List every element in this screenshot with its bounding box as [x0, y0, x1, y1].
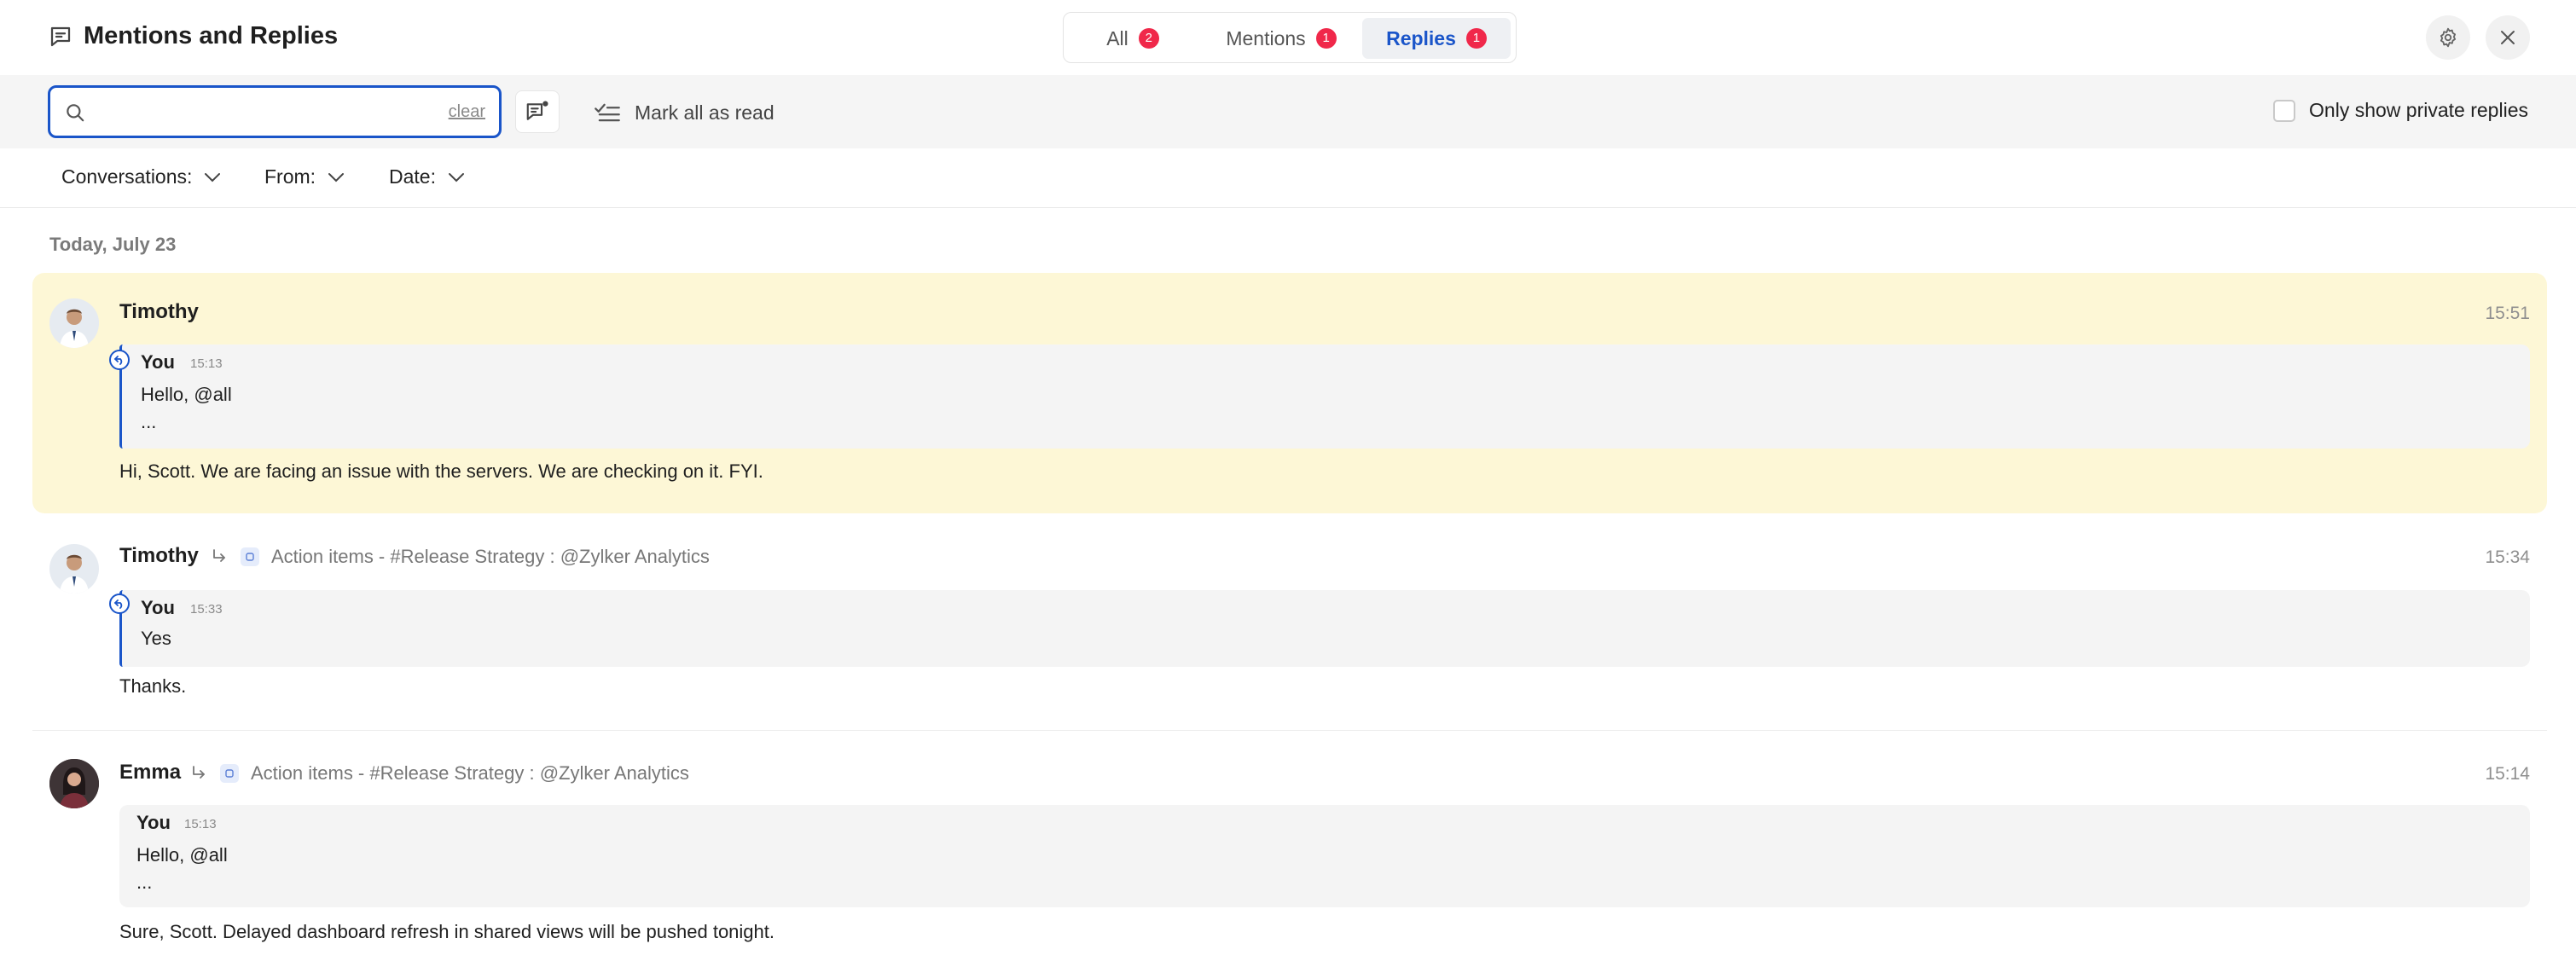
thread-reference[interactable]: Action items - #Release Strategy : @Zylk…: [210, 546, 710, 568]
avatar[interactable]: [49, 544, 99, 594]
private-replies-toggle[interactable]: Only show private replies: [2273, 99, 2528, 122]
tab-mentions[interactable]: Mentions 1: [1202, 18, 1361, 59]
quote-author: You: [141, 597, 175, 618]
thread-label: Action items - #Release Strategy : @Zylk…: [271, 546, 710, 567]
user-avatar-icon: [49, 759, 99, 808]
message-item[interactable]: Emma Action items - #Release Strategy : …: [32, 750, 2547, 955]
quoted-message[interactable]: You 15:33 Yes: [119, 590, 2530, 667]
channel-icon: [220, 764, 239, 783]
message-text: Hi, Scott. We are facing an issue with t…: [119, 460, 763, 482]
avatar[interactable]: [49, 759, 99, 808]
reply-icon: [109, 350, 130, 370]
user-avatar-icon: [49, 298, 99, 348]
message-text: Sure, Scott. Delayed dashboard refresh i…: [119, 921, 775, 942]
tab-label: Replies: [1386, 26, 1456, 49]
filter-date[interactable]: Date:: [389, 165, 465, 188]
filter-from[interactable]: From:: [264, 165, 345, 188]
private-replies-label: Only show private replies: [2309, 99, 2528, 121]
reply-arrow-icon: [193, 766, 205, 779]
message-item[interactable]: Timothy Action items - #Release Strategy…: [32, 532, 2547, 725]
quote-time: 15:33: [190, 602, 223, 617]
quote-line: Yes: [141, 628, 171, 649]
header: Mentions and Replies All 2 Mentions 1 Re…: [0, 0, 2576, 75]
toolbar: clear Mark all as read Only show private…: [0, 75, 2576, 148]
private-replies-checkbox[interactable]: [2273, 99, 2296, 122]
chevron-down-icon: [448, 172, 464, 182]
count-badge: 2: [1138, 28, 1159, 49]
tab-group: All 2 Mentions 1 Replies 1: [1063, 12, 1517, 63]
user-avatar-icon: [49, 544, 99, 594]
search-icon: [67, 104, 84, 122]
quote-line: ...: [136, 871, 153, 893]
filter-label: From:: [264, 165, 316, 188]
chevron-down-icon: [328, 172, 345, 182]
quote-line: Hello, @all: [136, 844, 228, 866]
filter-conversations[interactable]: Conversations:: [61, 165, 221, 188]
count-badge: 1: [1315, 28, 1337, 49]
thread-reference[interactable]: Action items - #Release Strategy : @Zylk…: [189, 762, 689, 785]
page-title: Mentions and Replies: [84, 22, 339, 49]
quote-time: 15:13: [190, 356, 223, 371]
check-list-icon: [595, 103, 620, 122]
avatar[interactable]: [49, 298, 99, 348]
message-time: 15:34: [2485, 547, 2530, 567]
sender-name[interactable]: Timothy: [119, 300, 199, 324]
quoted-message[interactable]: You 15:13 Hello, @all ...: [119, 805, 2530, 907]
reply-arrow-icon: [213, 549, 225, 562]
settings-button[interactable]: [2426, 15, 2470, 60]
count-badge: 1: [1465, 28, 1487, 49]
mark-all-read-label: Mark all as read: [635, 101, 775, 124]
search-box: clear: [48, 85, 502, 138]
tab-all[interactable]: All 2: [1069, 18, 1197, 59]
clear-search-link[interactable]: clear: [449, 102, 485, 122]
sender-name[interactable]: Timothy: [119, 544, 199, 568]
sender-name[interactable]: Emma: [119, 761, 181, 785]
close-icon: [2501, 31, 2515, 44]
reply-icon: [109, 594, 130, 614]
close-button[interactable]: [2486, 15, 2530, 60]
tab-label: Mentions: [1226, 26, 1306, 49]
quote-author: You: [141, 351, 175, 373]
tab-replies[interactable]: Replies 1: [1362, 18, 1511, 59]
quote-line: Hello, @all: [141, 384, 232, 405]
quote-time: 15:13: [184, 817, 217, 831]
channel-icon: [241, 547, 259, 566]
message-item[interactable]: Timothy 15:51 You 15:13 Hello, @all ... …: [32, 273, 2547, 513]
message-time: 15:14: [2485, 764, 2530, 784]
chat-bubble-icon: [50, 26, 71, 47]
message-time: 15:51: [2485, 304, 2530, 323]
search-input[interactable]: [96, 96, 438, 127]
filter-label: Conversations:: [61, 165, 193, 188]
filter-label: Date:: [389, 165, 436, 188]
chevron-down-icon: [205, 172, 221, 182]
compose-button[interactable]: [515, 90, 560, 133]
message-divider: [32, 730, 2547, 731]
tab-label: All: [1106, 26, 1128, 49]
date-group-label: Today, July 23: [49, 234, 177, 255]
quote-line: ...: [141, 411, 157, 432]
quoted-message[interactable]: You 15:13 Hello, @all ...: [119, 345, 2530, 449]
mark-all-read-button[interactable]: Mark all as read: [594, 96, 775, 130]
filter-bar: Conversations: From: Date:: [0, 148, 2576, 208]
thread-label: Action items - #Release Strategy : @Zylk…: [251, 762, 689, 784]
quote-author: You: [136, 812, 171, 833]
compose-message-icon: [526, 101, 548, 120]
gear-icon: [2440, 27, 2457, 48]
message-text: Thanks.: [119, 675, 187, 697]
